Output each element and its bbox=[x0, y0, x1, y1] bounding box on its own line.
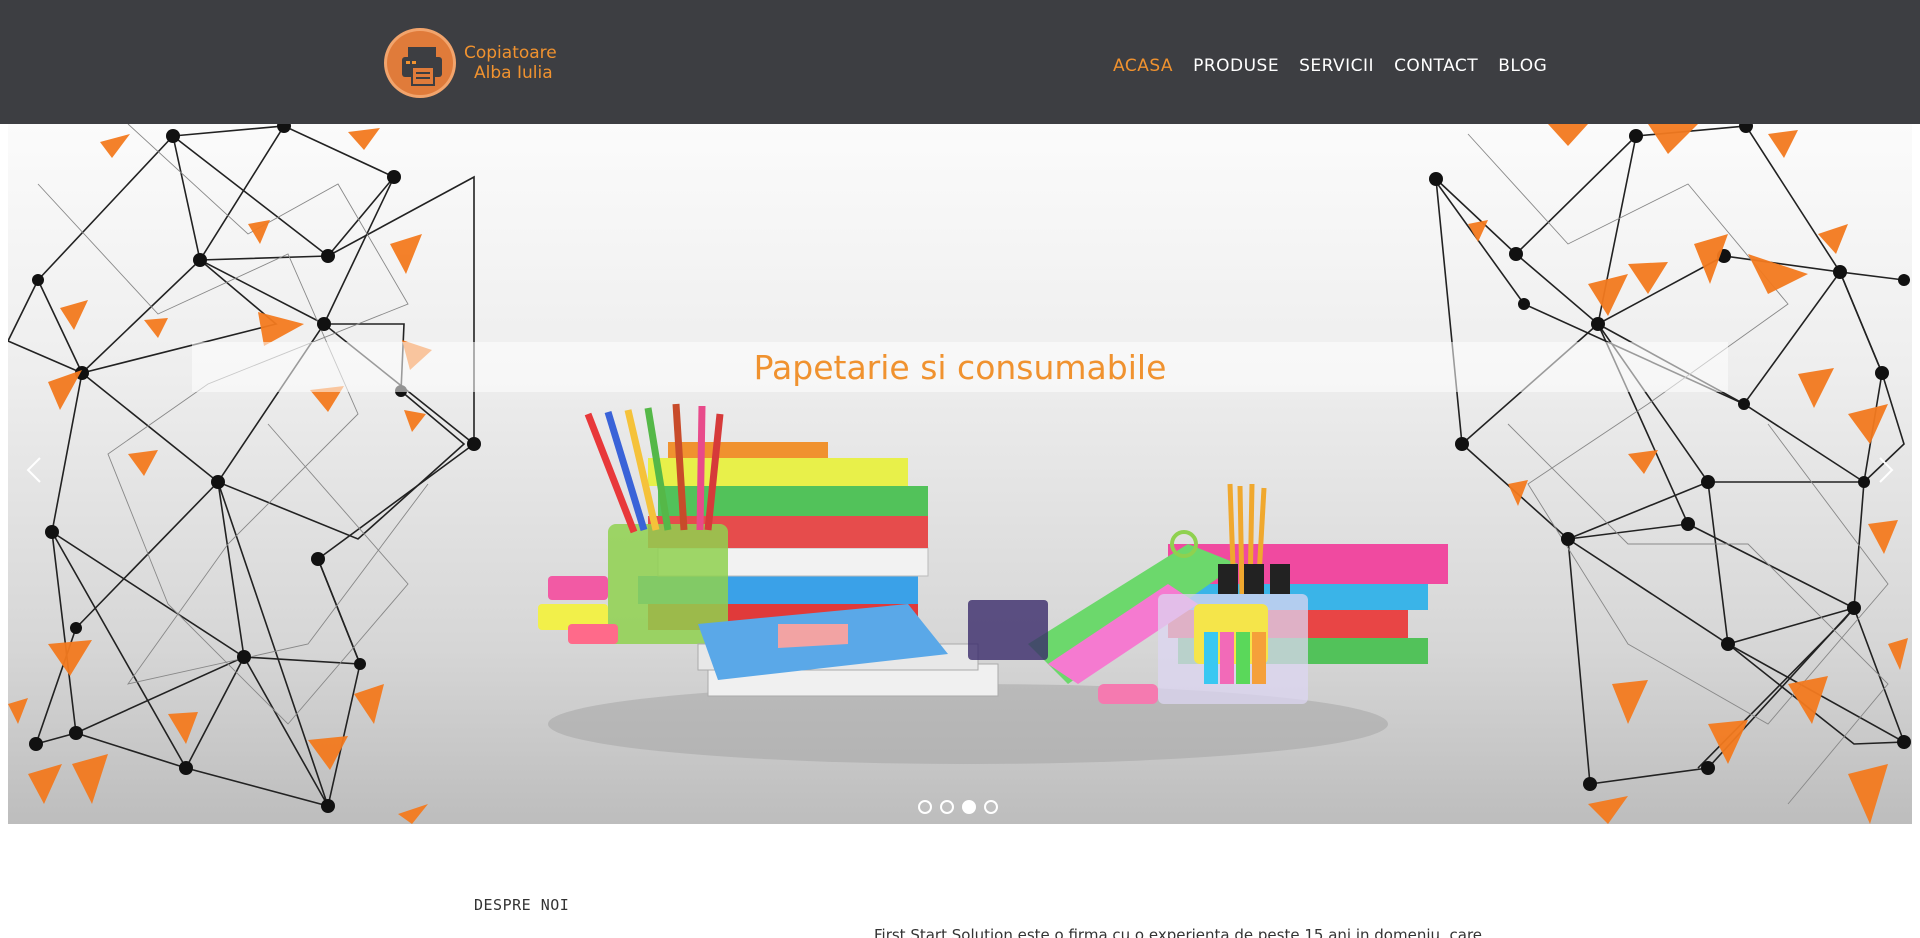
nav-contact[interactable]: CONTACT bbox=[1394, 56, 1478, 76]
chevron-right-icon[interactable] bbox=[1870, 450, 1900, 490]
hero-slider: Papetarie si consumabile bbox=[8, 124, 1912, 824]
section-heading: DESPRE NOI bbox=[474, 896, 570, 914]
logo-line-2: Alba Iulia bbox=[474, 63, 553, 83]
slide-image bbox=[8, 124, 1911, 824]
slider-dot-2[interactable] bbox=[940, 800, 954, 814]
main-nav: ACASA PRODUSE SERVICII CONTACT BLOG bbox=[1113, 56, 1547, 76]
logo[interactable]: Copiatoare Alba Iulia bbox=[384, 28, 557, 98]
nav-blog[interactable]: BLOG bbox=[1498, 56, 1547, 76]
slider-dots bbox=[918, 800, 998, 814]
chevron-left-icon[interactable] bbox=[20, 450, 50, 490]
about-intro-text: First Start Solution este o firma cu o e… bbox=[874, 926, 1483, 938]
nav-produse[interactable]: PRODUSE bbox=[1193, 56, 1279, 76]
slide-caption: Papetarie si consumabile bbox=[753, 348, 1167, 387]
logo-text: Copiatoare Alba Iulia bbox=[464, 43, 557, 83]
printer-icon bbox=[384, 28, 456, 98]
slider-dot-4[interactable] bbox=[984, 800, 998, 814]
nav-servicii[interactable]: SERVICII bbox=[1299, 56, 1374, 76]
logo-line-1: Copiatoare bbox=[464, 43, 557, 63]
site-header: Copiatoare Alba Iulia ACASA PRODUSE SERV… bbox=[0, 0, 1920, 124]
slider-dot-3[interactable] bbox=[962, 800, 976, 814]
slider-dot-1[interactable] bbox=[918, 800, 932, 814]
nav-acasa[interactable]: ACASA bbox=[1113, 56, 1173, 76]
